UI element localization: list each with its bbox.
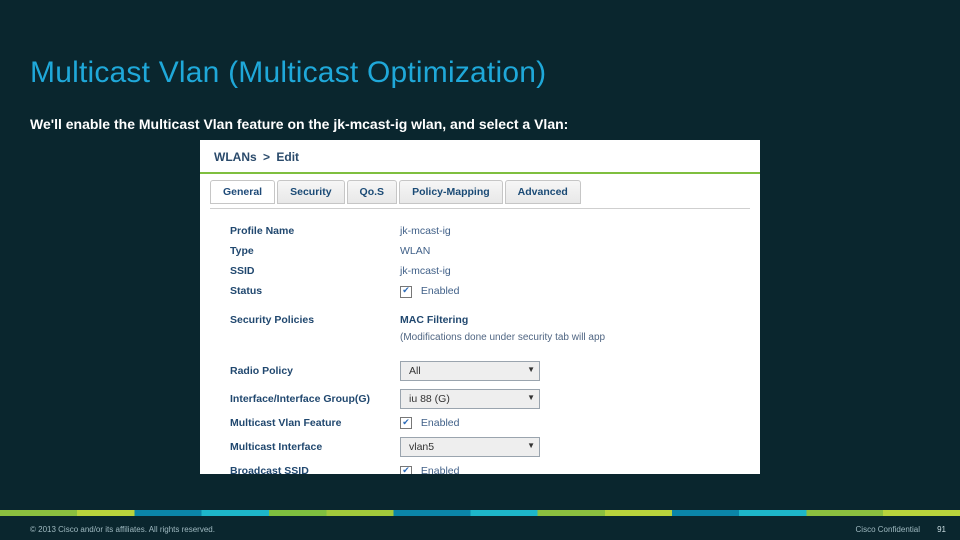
label-ssid: SSID: [230, 265, 400, 277]
breadcrumb-leaf: Edit: [276, 150, 299, 164]
tab-policy-mapping[interactable]: Policy-Mapping: [399, 180, 503, 204]
tab-advanced[interactable]: Advanced: [505, 180, 581, 204]
row-profile-name: Profile Name jk-mcast-ig: [230, 221, 730, 241]
footer-confidential: Cisco Confidential: [856, 525, 920, 534]
row-type: Type WLAN: [230, 241, 730, 261]
broadcast-ssid-text: Enabled: [421, 465, 460, 474]
radio-policy-select[interactable]: All: [400, 361, 540, 381]
value-security-policies: MAC Filtering: [400, 314, 730, 326]
breadcrumb: WLANs > Edit: [200, 140, 760, 172]
footer-page-number: 91: [937, 525, 946, 534]
multicast-vlan-text: Enabled: [421, 417, 460, 429]
row-status: Status Enabled: [230, 281, 730, 302]
header-divider: [200, 172, 760, 174]
label-type: Type: [230, 245, 400, 257]
security-note: (Modifications done under security tab w…: [230, 330, 730, 349]
label-security-policies: Security Policies: [230, 314, 400, 326]
value-profile-name: jk-mcast-ig: [400, 225, 730, 237]
row-multicast-vlan-feature: Multicast Vlan Feature Enabled: [230, 413, 730, 434]
status-text: Enabled: [421, 285, 460, 297]
label-broadcast-ssid: Broadcast SSID: [230, 465, 400, 474]
slide-subheading: We'll enable the Multicast Vlan feature …: [30, 116, 568, 132]
label-profile-name: Profile Name: [230, 225, 400, 237]
row-security-policies: Security Policies MAC Filtering: [230, 310, 730, 330]
label-multicast-interface: Multicast Interface: [230, 441, 400, 453]
status-checkbox[interactable]: [400, 286, 412, 298]
label-radio-policy: Radio Policy: [230, 365, 400, 377]
slide-title: Multicast Vlan (Multicast Optimization): [30, 56, 546, 90]
value-ssid: jk-mcast-ig: [400, 265, 730, 277]
multicast-vlan-checkbox[interactable]: [400, 417, 412, 429]
label-status: Status: [230, 285, 400, 297]
broadcast-ssid-checkbox[interactable]: [400, 466, 412, 475]
tab-general[interactable]: General: [210, 180, 275, 204]
value-status: Enabled: [400, 285, 730, 298]
label-interface: Interface/Interface Group(G): [230, 393, 400, 405]
row-interface: Interface/Interface Group(G) iu 88 (G): [230, 385, 730, 413]
tab-security[interactable]: Security: [277, 180, 344, 204]
footer-copyright: © 2013 Cisco and/or its affiliates. All …: [30, 525, 215, 534]
chevron-right-icon: >: [260, 150, 273, 164]
breadcrumb-root[interactable]: WLANs: [214, 150, 257, 164]
tabs-divider: [210, 208, 750, 209]
interface-select[interactable]: iu 88 (G): [400, 389, 540, 409]
row-radio-policy: Radio Policy All: [230, 357, 730, 385]
value-type: WLAN: [400, 245, 730, 257]
row-broadcast-ssid: Broadcast SSID Enabled: [230, 461, 730, 474]
footer-color-bar: [0, 510, 960, 516]
tab-bar: General Security Qo.S Policy-Mapping Adv…: [200, 180, 760, 208]
wlan-edit-panel: WLANs > Edit General Security Qo.S Polic…: [200, 140, 760, 474]
tab-qos[interactable]: Qo.S: [347, 180, 398, 204]
multicast-interface-select[interactable]: vlan5: [400, 437, 540, 457]
wlan-general-form: Profile Name jk-mcast-ig Type WLAN SSID …: [200, 215, 760, 474]
row-multicast-interface: Multicast Interface vlan5: [230, 433, 730, 461]
label-multicast-vlan-feature: Multicast Vlan Feature: [230, 417, 400, 429]
row-ssid: SSID jk-mcast-ig: [230, 261, 730, 281]
